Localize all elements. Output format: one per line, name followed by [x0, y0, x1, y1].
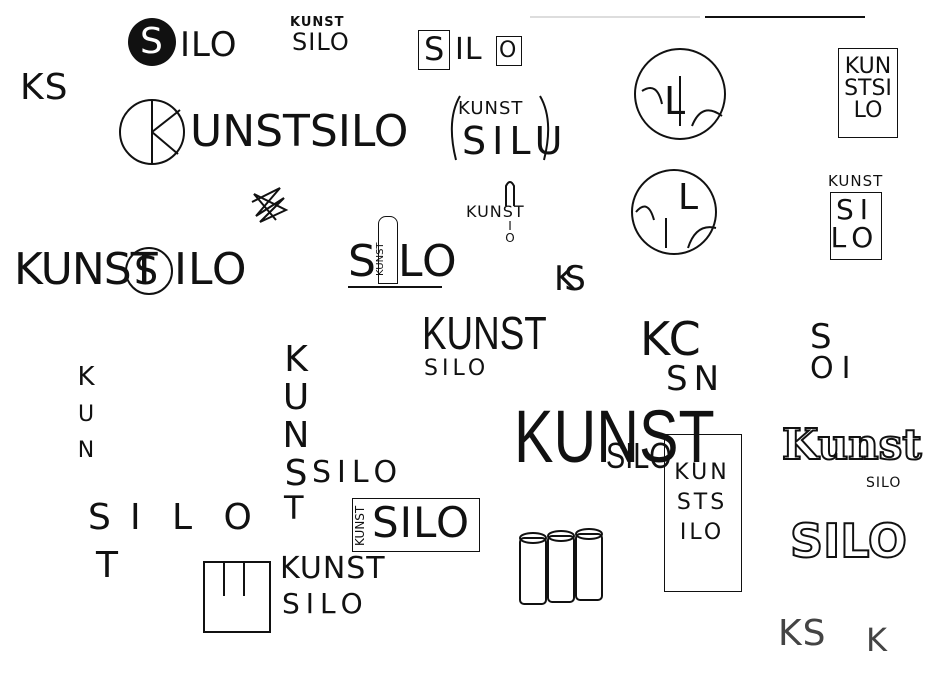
kunstsilo-tall-box-text: KUN STS ILO — [664, 462, 740, 544]
kunstsilo-tall-silo: SILO — [606, 435, 672, 476]
kunst-small-stacked-loop — [505, 181, 515, 206]
kc-row: KC — [640, 312, 702, 366]
silo-cylinders-icon — [519, 528, 603, 605]
circle-silo-2-outline — [631, 169, 717, 255]
kunst-small-stacked-o: O — [505, 231, 515, 245]
silo-condensed-bottom: SILO — [424, 356, 490, 381]
kvs-t: T — [284, 489, 305, 527]
k-circle-rest: UNSTSILO — [190, 106, 409, 157]
silo-box-il: IL — [455, 32, 483, 67]
kunst-vertical-stack: K U N S — [282, 342, 310, 492]
kvd-silo-s: S — [88, 497, 112, 538]
kunst-box-small-text: SI LO — [830, 196, 880, 252]
kvs-n: N — [282, 415, 310, 456]
kvs-k: K — [284, 339, 308, 380]
sn-row: SN — [666, 359, 726, 399]
silo-small-bottom: SILO — [292, 28, 350, 56]
kunst-3d-top: Kunst — [781, 420, 923, 469]
s-lo-bottom: OI — [810, 351, 859, 386]
kvd-u: U — [77, 402, 95, 427]
circle-silo-1-l: L — [664, 79, 687, 123]
kunst-condensed-top: KUNST — [422, 307, 547, 359]
silo-black-circle-letter: S — [140, 21, 163, 62]
ks-overlap: KS — [554, 259, 586, 299]
kvs-s: S — [284, 453, 308, 494]
kunstsilo-tall-box-row3: ILO — [679, 520, 725, 545]
kunst-vertical-dashed: K U N — [66, 364, 106, 462]
kunstsilo-box-1-text: KUN STSI LO — [840, 56, 896, 122]
kunst-small-stacked-bottom: I O — [502, 220, 518, 244]
kunstsilo-tall-box-row1: KUN — [674, 460, 730, 485]
kunst-box-small-row1: SI — [835, 193, 875, 226]
kunst-boxed-silo: SILO — [372, 498, 471, 547]
kvd-t: T — [96, 545, 119, 586]
silo-box-s-letter: S — [424, 30, 446, 68]
ks-top-left: KS — [20, 67, 69, 108]
ks-bottom: KS — [778, 613, 827, 654]
kunst-bottom-block — [203, 561, 271, 633]
kunst-boxed-kunst: KUNST — [353, 505, 367, 546]
kunst-bottom-top: KUNST — [280, 551, 386, 586]
kunstsilo-box-1-row3: LO — [853, 98, 883, 123]
kunst-box-small-row2: LO — [830, 221, 880, 254]
k-circle-mark — [119, 99, 185, 165]
s-lo-top: S — [810, 317, 833, 357]
silo-kunst-lo: LO — [398, 236, 458, 287]
kunstsilo-circle-s: S — [134, 249, 160, 293]
top-rule — [530, 16, 865, 18]
kvd-k: K — [77, 362, 95, 392]
silo-black-circle-rest: ILO — [180, 25, 238, 65]
circle-silo-2-l: L — [678, 177, 700, 218]
k-bottom: K — [866, 621, 888, 659]
kvs-silo: SILO — [312, 455, 404, 490]
kvs-u: U — [282, 377, 310, 418]
silo-kunst-underline — [348, 286, 442, 288]
kunst-3d-bottom: SILO — [866, 475, 902, 491]
silo-kunst-s: S — [348, 236, 377, 287]
kunstsilo-tall-box-row2: STS — [676, 490, 728, 515]
silo-kunst-inner: KUNST — [375, 242, 386, 276]
kunstsilo-box-1-row1: KUN — [844, 54, 892, 79]
silo-box-o-letter: O — [499, 38, 518, 63]
arc-brackets — [450, 95, 550, 161]
kunstsilo-box-1-row2: STSI — [844, 76, 892, 101]
kvd-silo-rest: I L O — [130, 497, 262, 538]
kvd-n: N — [77, 438, 95, 463]
scribble-mark — [251, 187, 289, 223]
kunst-box-small-top: KUNST — [828, 172, 884, 190]
kunstsilo-circle-right: ILO — [174, 244, 248, 295]
silo-3d: SILO — [789, 514, 908, 568]
kunst-bottom-silo: SILO — [282, 587, 369, 620]
